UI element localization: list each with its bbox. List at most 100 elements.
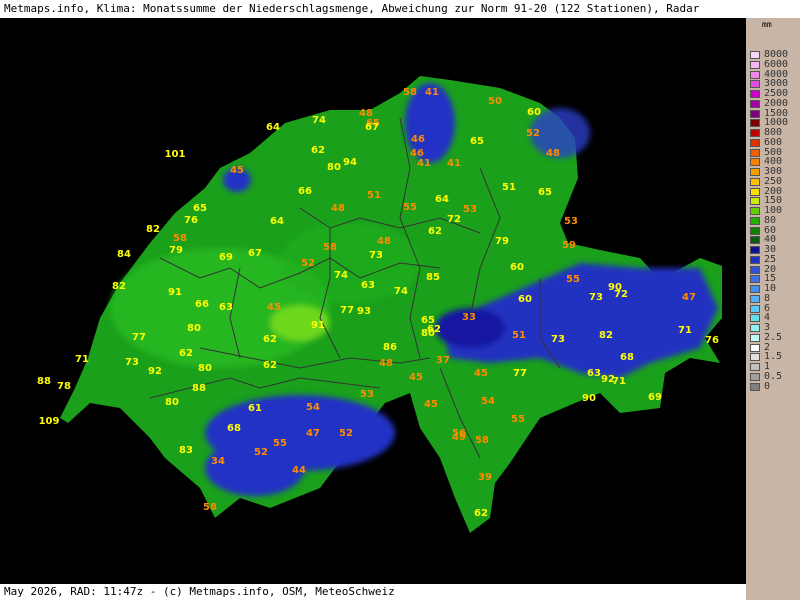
station-value: 53 (564, 216, 578, 227)
legend-swatch (750, 353, 760, 362)
legend-swatch (750, 138, 760, 147)
legend-swatch (750, 246, 760, 254)
station-value: 34 (211, 456, 225, 467)
station-value: 55 (273, 438, 287, 449)
legend-swatch (750, 109, 760, 118)
legend-swatch (750, 168, 760, 176)
legend-swatch (750, 372, 760, 381)
legend-swatch (750, 148, 760, 157)
station-value: 64 (266, 122, 280, 133)
station-value: 62 (179, 348, 193, 359)
station-value: 45 (267, 302, 281, 313)
station-value: 60 (510, 262, 524, 273)
station-value: 71 (612, 376, 626, 387)
station-value: 67 (365, 122, 379, 133)
legend-item: 2.5 (750, 332, 798, 343)
station-value: 37 (436, 355, 450, 366)
station-value: 77 (513, 368, 527, 379)
station-value: 47 (682, 292, 696, 303)
station-value: 73 (369, 250, 383, 261)
station-value: 76 (184, 215, 198, 226)
legend-swatch (750, 51, 760, 59)
station-value: 64 (270, 216, 284, 227)
station-value: 45 (474, 368, 488, 379)
station-value: 59 (562, 240, 576, 251)
station-value: 109 (39, 416, 60, 427)
station-value: 52 (254, 447, 268, 458)
station-value: 58 (203, 502, 217, 513)
station-value: 74 (312, 115, 326, 126)
station-value: 62 (474, 508, 488, 519)
station-value: 54 (481, 396, 495, 407)
map-canvas: 58 4150607448656764526246 651019446 4880 41 4… (37, 76, 722, 533)
legend-swatch (750, 314, 760, 323)
station-value: 58 (475, 435, 489, 446)
station-value: 62 (311, 145, 325, 156)
legend-item: 0 (750, 381, 798, 392)
legend-swatch (750, 226, 760, 235)
station-value: 41 (425, 87, 439, 98)
station-value: 55 (511, 414, 525, 425)
station-value: 86 (383, 342, 397, 353)
legend-item: 6 (750, 303, 798, 314)
station-value: 52 (339, 428, 353, 439)
station-value: 88 (192, 383, 206, 394)
station-value: 53 (463, 204, 477, 215)
station-value: 63 (361, 280, 375, 291)
station-value: 84 (117, 249, 131, 260)
station-value: 77 (340, 305, 354, 316)
station-value: 66 (195, 299, 209, 310)
station-value: 80 (165, 397, 179, 408)
legend-item: 8 (750, 293, 798, 304)
station-value: 85 (426, 272, 440, 283)
legend-panel: mm 8000 6000 4000 3000 2500 2000 1500 1000 800 60… (746, 18, 800, 600)
station-value: 69 (219, 252, 233, 263)
legend-unit: mm (762, 20, 772, 29)
station-value: 82 (112, 281, 126, 292)
station-value: 82 (146, 224, 160, 235)
legend-swatch (750, 60, 760, 69)
station-value: 39 (478, 472, 492, 483)
station-value: 48 (546, 148, 560, 159)
station-value: 51 (502, 182, 516, 193)
station-value: 61 (248, 403, 262, 414)
station-value: 48 (377, 236, 391, 247)
legend-swatch (750, 324, 760, 332)
station-value: 77 (132, 332, 146, 343)
station-value: 67 (248, 248, 262, 259)
station-value: 94 (343, 157, 357, 168)
station-value: 65 (470, 136, 484, 147)
legend-item: 1.5 (750, 351, 798, 362)
station-value: 45 (424, 399, 438, 410)
precipitation-map[interactable]: 58 41 50 60 74 48 65 67 64 52 62 46 65 101 94 46 48 80 41 4… (0, 18, 746, 584)
legend-swatch (750, 343, 760, 352)
station-value: 50 (488, 96, 502, 107)
legend-scale: 8000 6000 4000 3000 2500 2000 1500 1000 800 600 50… (750, 49, 798, 392)
station-value: 51 (367, 190, 381, 201)
station-value: 58 (173, 233, 187, 244)
legend-swatch (750, 187, 760, 196)
legend-swatch (750, 294, 760, 303)
station-value: 33 (462, 312, 476, 323)
station-value: 71 (678, 325, 692, 336)
station-value: 41 (447, 158, 461, 169)
legend-swatch (750, 265, 760, 274)
station-value: 62 (263, 360, 277, 371)
legend-swatch (750, 99, 760, 108)
station-value: 48 (331, 203, 345, 214)
station-value: 92 (148, 366, 162, 377)
station-value: 52 (301, 258, 315, 269)
station-value: 73 (125, 357, 139, 368)
station-value: 68 (620, 352, 634, 363)
station-value: 101 (165, 149, 186, 160)
legend-swatch (750, 333, 760, 342)
station-value: 80 (327, 162, 341, 173)
station-value: 91 (311, 320, 325, 331)
station-value: 54 (306, 402, 320, 413)
legend-swatch (750, 158, 760, 167)
station-value: 91 (168, 287, 182, 298)
station-value: 73 (551, 334, 565, 345)
legend-swatch (750, 236, 760, 245)
legend-item: 0.5 (750, 371, 798, 382)
legend-swatch (750, 216, 760, 225)
